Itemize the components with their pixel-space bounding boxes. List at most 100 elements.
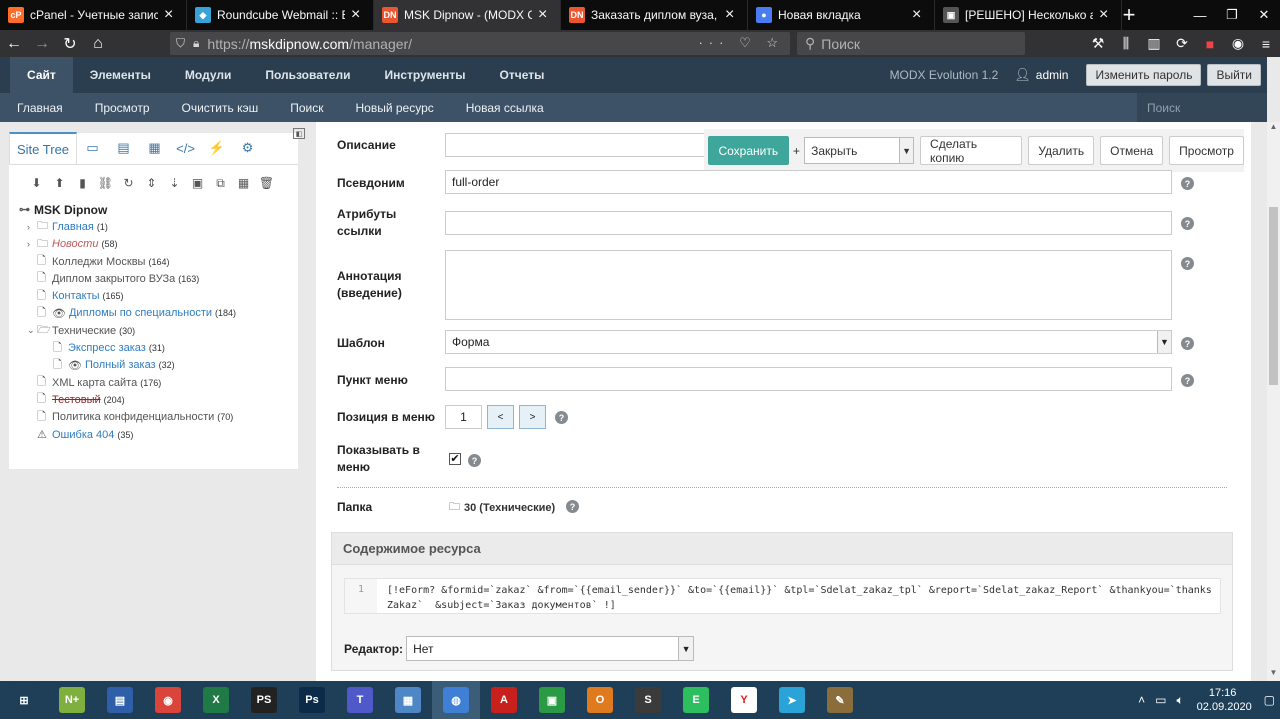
tree-root[interactable]: ⊶ MSK Dipnow <box>19 201 298 218</box>
close-tab-icon[interactable]: × <box>725 7 739 23</box>
editor-select[interactable]: Нет ▼ <box>406 636 695 661</box>
minimize-icon[interactable]: — <box>1184 0 1216 30</box>
show-in-menu-checkbox[interactable]: ✔ <box>449 453 461 465</box>
menu-icon[interactable]: ≡ <box>1252 36 1280 52</box>
taskbar-app[interactable]: ◉ <box>144 681 192 719</box>
close-tab-icon[interactable]: × <box>1099 7 1113 23</box>
tab-plugins-icon[interactable]: ⚡ <box>201 132 232 164</box>
menu-tab[interactable]: Отчеты <box>483 57 562 93</box>
alias-input[interactable]: full-order <box>445 170 1172 194</box>
code-editor[interactable]: 1 [!eForm? &formid=`zakaz` &from=`{{emai… <box>344 578 1221 614</box>
grid-icon[interactable]: ▦ <box>232 176 255 190</box>
modx-search-input[interactable]: Поиск <box>1137 93 1267 122</box>
menu-tab[interactable]: Модули <box>168 57 248 93</box>
sort-icon[interactable]: ⇕ <box>140 176 163 190</box>
logout-button[interactable]: Выйти <box>1207 64 1261 86</box>
taskbar-app[interactable]: ◍ <box>432 681 480 719</box>
taskbar-app[interactable]: N+ <box>48 681 96 719</box>
sync-icon[interactable]: ⟳ <box>1168 35 1196 52</box>
save-button[interactable]: Сохранить <box>708 136 789 165</box>
back-icon[interactable]: ← <box>0 30 28 57</box>
submenu-item[interactable]: Главная <box>0 101 79 115</box>
menu-title-input[interactable] <box>445 367 1172 391</box>
taskbar-app[interactable]: ▣ <box>528 681 576 719</box>
close-tab-icon[interactable]: × <box>164 7 178 23</box>
sidebar-icon[interactable]: ▥ <box>1140 35 1168 52</box>
lock-icon[interactable]: 🔒︎ <box>193 36 199 51</box>
parent-value[interactable]: 🗀︎ 30 (Технические) <box>449 498 555 517</box>
taskbar-app[interactable]: A <box>480 681 528 719</box>
close-tab-icon[interactable]: × <box>912 7 926 23</box>
taskbar-app[interactable]: ✎ <box>816 681 864 719</box>
taskbar-app[interactable]: Ps <box>288 681 336 719</box>
menu-tab[interactable]: Пользователи <box>248 57 367 93</box>
browser-search-input[interactable]: ⚲ Поиск <box>797 32 1025 55</box>
network-icon[interactable]: ▭ <box>1155 693 1166 707</box>
menu-tab[interactable]: Инструменты <box>367 57 482 93</box>
menu-index-prev-button[interactable]: < <box>487 405 514 429</box>
cancel-button[interactable]: Отмена <box>1100 136 1164 165</box>
trash-icon[interactable]: 🗑︎ <box>255 176 278 190</box>
tree-node[interactable]: ⌄ 🗁︎ Технические (30) <box>19 322 298 339</box>
tree-node[interactable]: › 🗀︎ Новости (58) <box>19 236 298 253</box>
tab-templates-icon[interactable]: ▭ <box>77 132 108 164</box>
tree-node[interactable]: 🗋︎ Экспресс заказ (31) <box>19 339 298 356</box>
submenu-item[interactable]: Просмотр <box>79 101 166 115</box>
tree-node[interactable]: 🗋︎ 👁︎ Полный заказ (32) <box>19 357 298 374</box>
help-icon[interactable]: ? <box>1181 257 1194 270</box>
tab-snippets-icon[interactable]: </> <box>170 132 201 164</box>
chevron-right-icon[interactable]: › <box>27 239 37 249</box>
tree-node[interactable]: › 🗀︎ Главная (1) <box>19 218 298 235</box>
reload-icon[interactable]: ↻ <box>56 30 84 57</box>
new-tab-button[interactable]: + <box>1114 0 1144 30</box>
description-input[interactable] <box>445 133 709 157</box>
taskbar-app[interactable]: ➤ <box>768 681 816 719</box>
expand-all-icon[interactable]: ⬇ <box>25 176 48 190</box>
browser-tab[interactable]: ◆ Roundcube Webmail :: Вхо × <box>187 0 374 30</box>
menu-index-input[interactable]: 1 <box>445 405 482 429</box>
help-icon[interactable]: ? <box>468 454 481 467</box>
taskbar-app[interactable]: S <box>624 681 672 719</box>
template-select[interactable]: Форма ▼ <box>445 330 1172 354</box>
scroll-down-icon[interactable]: ▼ <box>1267 668 1280 681</box>
scroll-up-icon[interactable]: ▲ <box>1267 122 1280 135</box>
close-tab-icon[interactable]: × <box>538 7 552 23</box>
menu-index-next-button[interactable]: > <box>519 405 546 429</box>
refresh-icon[interactable]: ↻ <box>117 176 140 190</box>
new-resource-icon[interactable]: ▮ <box>71 176 94 190</box>
taskbar-app[interactable]: Y <box>720 681 768 719</box>
tab-modules-icon[interactable]: ⚙ <box>232 132 263 164</box>
library-icon[interactable]: ⫼ <box>1112 35 1140 52</box>
extension-icon[interactable]: ■ <box>1196 36 1224 52</box>
url-bar[interactable]: ⛉ 🔒︎ https://mskdipnow.com/manager/ ··· … <box>170 32 790 55</box>
taskbar-app[interactable]: O <box>576 681 624 719</box>
clock[interactable]: 17:16 02.09.2020 <box>1197 686 1252 714</box>
close-tab-icon[interactable]: × <box>351 7 365 23</box>
submenu-item[interactable]: Новый ресурс <box>339 101 449 115</box>
sort-order-icon[interactable]: ⇣ <box>163 176 186 190</box>
help-icon[interactable]: ? <box>1181 374 1194 387</box>
submenu-item[interactable]: Поиск <box>274 101 339 115</box>
after-save-select[interactable]: Закрыть ▼ <box>804 137 915 164</box>
tree-node[interactable]: 🗋︎ 👁︎ Дипломы по специальности (184) <box>19 305 298 322</box>
tree-node[interactable]: 🗋︎ XML карта сайта (176) <box>19 374 298 391</box>
chevron-down-icon[interactable]: ⌄ <box>27 325 37 336</box>
menu-tab[interactable]: Элементы <box>73 57 168 93</box>
tree-node[interactable]: 🗋︎ Контакты (165) <box>19 287 298 304</box>
help-icon[interactable]: ? <box>1181 217 1194 230</box>
notifications-icon[interactable]: ▢ <box>1264 693 1275 707</box>
tab-site-tree[interactable]: Site Tree <box>9 132 78 164</box>
taskbar-app[interactable]: E <box>672 681 720 719</box>
change-password-button[interactable]: Изменить пароль <box>1086 64 1202 86</box>
browser-tab[interactable]: ▣ [РЕШЕНО] Несколько ая × <box>935 0 1122 30</box>
close-window-icon[interactable]: ✕ <box>1248 0 1280 30</box>
tree-node[interactable]: 🗋︎ Тестовый (204) <box>19 391 298 408</box>
browser-tab[interactable]: ● Новая вкладка × <box>748 0 935 30</box>
duplicate-button[interactable]: Сделать копию <box>920 136 1023 165</box>
chevron-up-icon[interactable]: ˄ <box>1138 693 1145 707</box>
taskbar-app[interactable]: ▤ <box>96 681 144 719</box>
taskbar-app[interactable]: PS <box>240 681 288 719</box>
account-icon[interactable]: ◉ <box>1224 35 1252 52</box>
tab-tv-icon[interactable]: ▤ <box>108 132 139 164</box>
help-icon[interactable]: ? <box>555 411 568 424</box>
